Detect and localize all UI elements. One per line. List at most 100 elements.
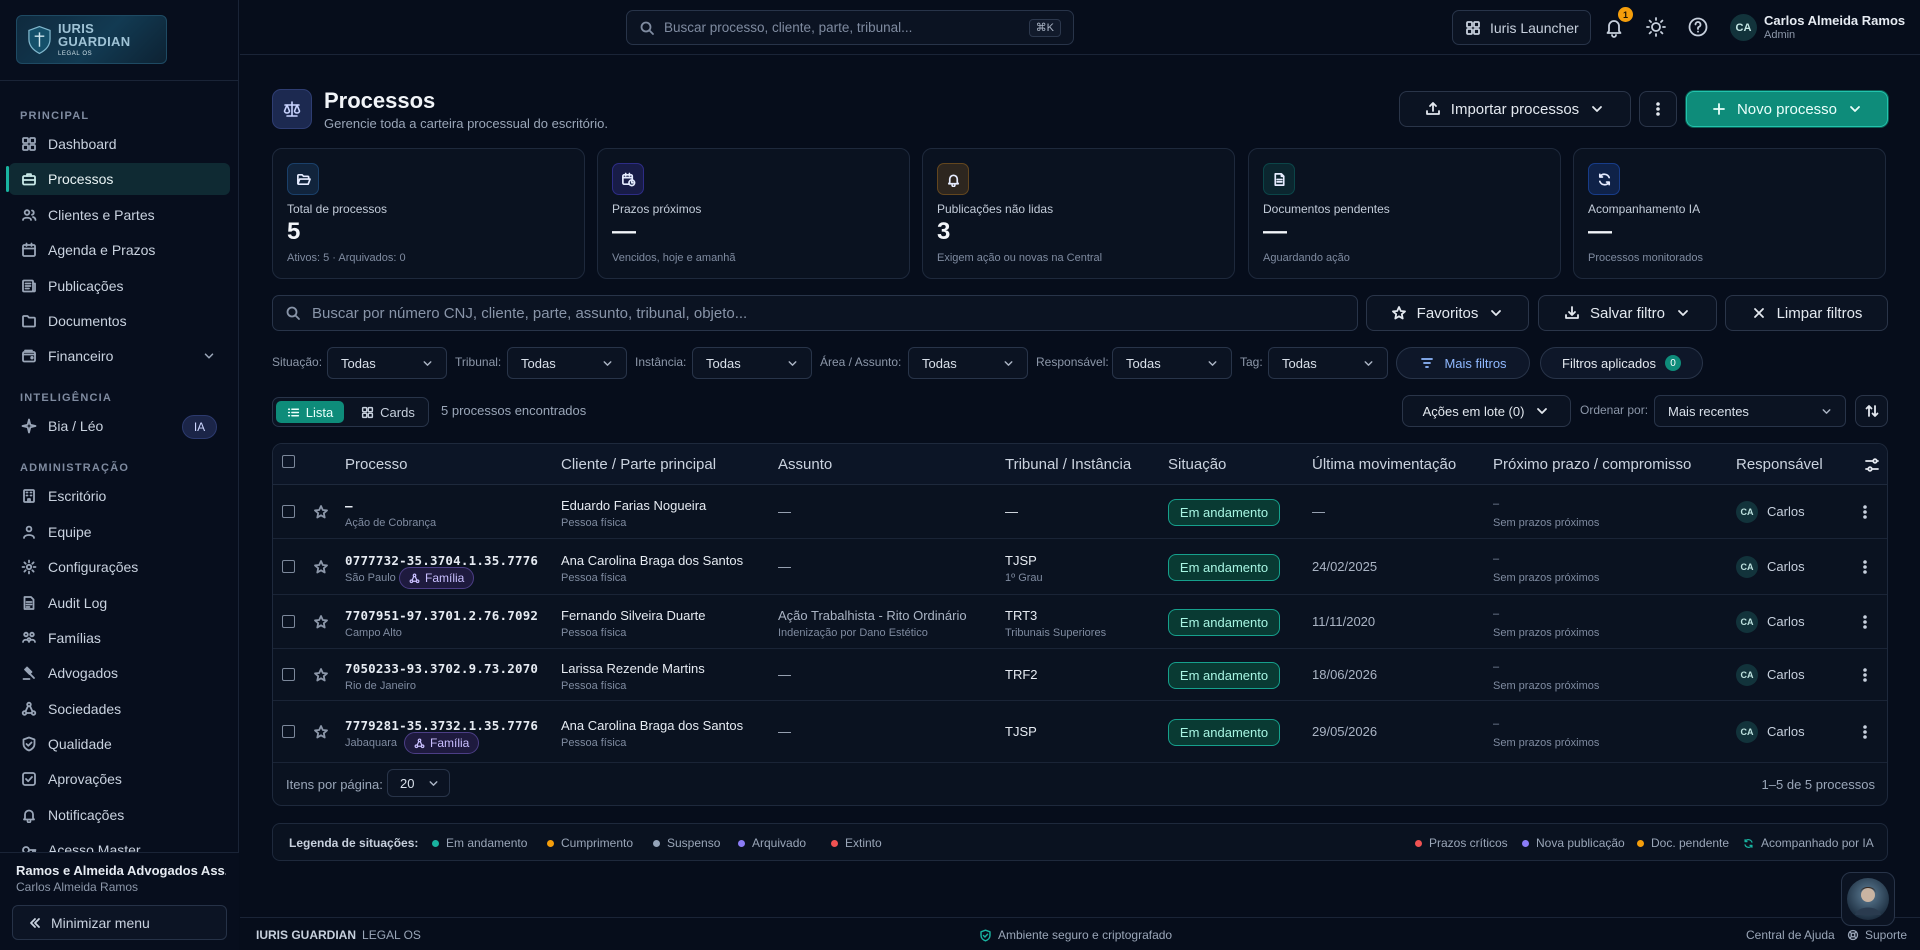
row-checkbox[interactable] [282,560,295,573]
row-checkbox[interactable] [282,668,295,681]
sidebar-item-agenda-e-prazos[interactable]: Agenda e Prazos [9,234,230,266]
process-number[interactable]: 7050233-93.3702.9.73.2070 [345,661,538,676]
favorite-star-icon[interactable] [313,724,329,740]
header-processo[interactable]: Processo [345,444,408,485]
stat-card-publicacoes-nao-lidas[interactable]: Publicações não lidas 3 Exigem ação ou nov… [922,148,1235,279]
favorite-star-icon[interactable] [313,559,329,575]
sidebar-item-aprovacoes[interactable]: Aprovações [9,763,230,795]
process-search-input[interactable]: Buscar por número CNJ, cliente, parte, a… [272,295,1358,331]
stat-card-documentos-pendentes[interactable]: Documentos pendentes — Aguardando ação [1248,148,1561,279]
applied-filters-chip[interactable]: Filtros aplicados 0 [1540,347,1703,379]
sidebar-item-equipe[interactable]: Equipe [9,516,230,548]
sidebar-item-audit-log[interactable]: Audit Log [9,587,230,619]
filter-select-tag[interactable]: Todas [1268,347,1388,379]
client-name[interactable]: Ana Carolina Braga dos Santos [561,718,743,733]
save-filter-button[interactable]: Salvar filtro [1538,295,1717,331]
column-settings-icon[interactable] [1864,457,1880,473]
brand-logo[interactable]: IURIS GUARDIAN LEGAL OS [16,15,167,64]
help-icon[interactable] [1687,16,1709,38]
ai-assistant-button[interactable] [1841,872,1895,926]
sidebar-item-escritorio[interactable]: Escritório [9,480,230,512]
process-number[interactable]: 7707951-97.3701.2.76.7092 [345,608,538,623]
stat-card-acompanhamento-ia[interactable]: Acompanhamento IA — Processos monitorados [1573,148,1886,279]
row-actions-kebab-icon[interactable] [1857,504,1873,520]
process-number[interactable]: 0777732-35.3704.1.35.7776 [345,553,538,568]
stat-card-prazos-proximos[interactable]: Prazos próximos — Vencidos, hoje e amanhã [597,148,910,279]
iuris-launcher-button[interactable]: Iuris Launcher [1452,10,1591,45]
favorite-star-icon[interactable] [313,504,329,520]
help-center-link[interactable]: Central de Ajuda [1746,928,1835,942]
sidebar-item-configuracoes[interactable]: Configurações [9,551,230,583]
header-assunto[interactable]: Assunto [778,444,832,485]
cards-view-label: Cards [380,404,415,420]
header-proximo-prazo[interactable]: Próximo prazo / compromisso [1493,444,1691,485]
row-actions-kebab-icon[interactable] [1857,724,1873,740]
table-row[interactable]: 0777732-35.3704.1.35.7776 São Paulo Famíli… [273,539,1887,595]
table-row[interactable]: 7707951-97.3701.2.76.7092 Campo Alto Ferna… [273,595,1887,649]
favorite-star-icon[interactable] [313,614,329,630]
sun-icon[interactable] [1645,16,1667,38]
filter-select-tribunal[interactable]: Todas [507,347,627,379]
header-ultima-movimentacao[interactable]: Última movimentação [1312,444,1456,485]
sidebar-item-publicacoes[interactable]: Publicações [9,270,230,302]
sidebar-item-clientes-e-partes[interactable]: Clientes e Partes [9,199,230,231]
table-row[interactable]: 7779281-35.3732.1.35.7776 Jabaquara Famíli… [273,701,1887,763]
table-row[interactable]: 7050233-93.3702.9.73.2070 Rio de Janeiro L… [273,649,1887,701]
sidebar-item-documentos[interactable]: Documentos [9,305,230,337]
user-name[interactable]: Carlos Almeida Ramos [1764,13,1905,28]
legend-dot [653,839,660,847]
filter-select-instancia[interactable]: Todas [692,347,812,379]
batch-actions-button[interactable]: Ações em lote (0) [1402,395,1571,427]
client-name[interactable]: Larissa Rezende Martins [561,661,705,676]
per-page-select[interactable]: 20 [387,769,450,797]
process-number[interactable]: — [345,498,353,513]
row-checkbox[interactable] [282,725,295,738]
row-actions-kebab-icon[interactable] [1857,614,1873,630]
sidebar-item-acesso-master[interactable]: Acesso Master [9,834,230,852]
process-number[interactable]: 7779281-35.3732.1.35.7776 [345,718,538,733]
sidebar-item-bia-leo[interactable]: Bia / Léo IA [9,410,230,442]
filter-select-situacao[interactable]: Todas [327,347,447,379]
sidebar-item-qualidade[interactable]: Qualidade [9,728,230,760]
more-options-button[interactable] [1639,91,1677,127]
sidebar-item-processos[interactable]: Processos [6,163,230,196]
row-actions-kebab-icon[interactable] [1857,559,1873,575]
client-name[interactable]: Fernando Silveira Duarte [561,608,706,623]
sidebar-item-dashboard[interactable]: Dashboard [9,128,230,160]
filter-select-responsavel[interactable]: Todas [1112,347,1232,379]
row-actions-kebab-icon[interactable] [1857,667,1873,683]
sidebar-item-sociedades[interactable]: Sociedades [9,693,230,725]
clear-filters-button[interactable]: Limpar filtros [1725,295,1888,331]
new-process-button[interactable]: Novo processo [1686,91,1888,127]
family-tag[interactable]: Família [399,567,475,589]
header-tribunal[interactable]: Tribunal / Instância [1005,444,1131,485]
minimize-menu-button[interactable]: Minimizar menu [12,905,227,940]
support-link[interactable]: Suporte [1847,928,1907,942]
user-avatar[interactable]: CA [1730,14,1757,41]
filter-select-area-assunto[interactable]: Todas [908,347,1028,379]
sidebar-item-financeiro[interactable]: Financeiro [9,340,230,372]
client-name[interactable]: Ana Carolina Braga dos Santos [561,553,743,568]
header-situacao[interactable]: Situação [1168,444,1226,485]
favorites-button[interactable]: Favoritos [1366,295,1529,331]
row-checkbox[interactable] [282,615,295,628]
sidebar-item-notificacoes[interactable]: Notificações [9,799,230,831]
select-all-checkbox[interactable] [282,455,295,468]
header-responsavel[interactable]: Responsável [1736,444,1823,485]
sort-direction-button[interactable] [1855,395,1888,427]
list-view-button[interactable]: Lista [276,401,344,423]
order-select[interactable]: Mais recentes [1654,395,1846,427]
sidebar-item-familias[interactable]: Famílias [9,622,230,654]
row-checkbox[interactable] [282,505,295,518]
table-row[interactable]: — Ação de Cobrança Eduardo Farias Nogueira… [273,485,1887,539]
favorite-star-icon[interactable] [313,667,329,683]
cards-view-button[interactable]: Cards [355,401,421,423]
header-cliente[interactable]: Cliente / Parte principal [561,444,716,485]
stat-card-total-de-processos[interactable]: Total de processos 5 Ativos: 5 · Arquivado… [272,148,585,279]
sidebar-item-advogados[interactable]: Advogados [9,657,230,689]
global-search-input[interactable]: Buscar processo, cliente, parte, tribuna… [626,10,1074,45]
more-filters-button[interactable]: Mais filtros [1396,347,1530,379]
family-tag[interactable]: Família [404,732,480,754]
client-name[interactable]: Eduardo Farias Nogueira [561,498,706,513]
import-processes-button[interactable]: Importar processos [1399,91,1631,127]
